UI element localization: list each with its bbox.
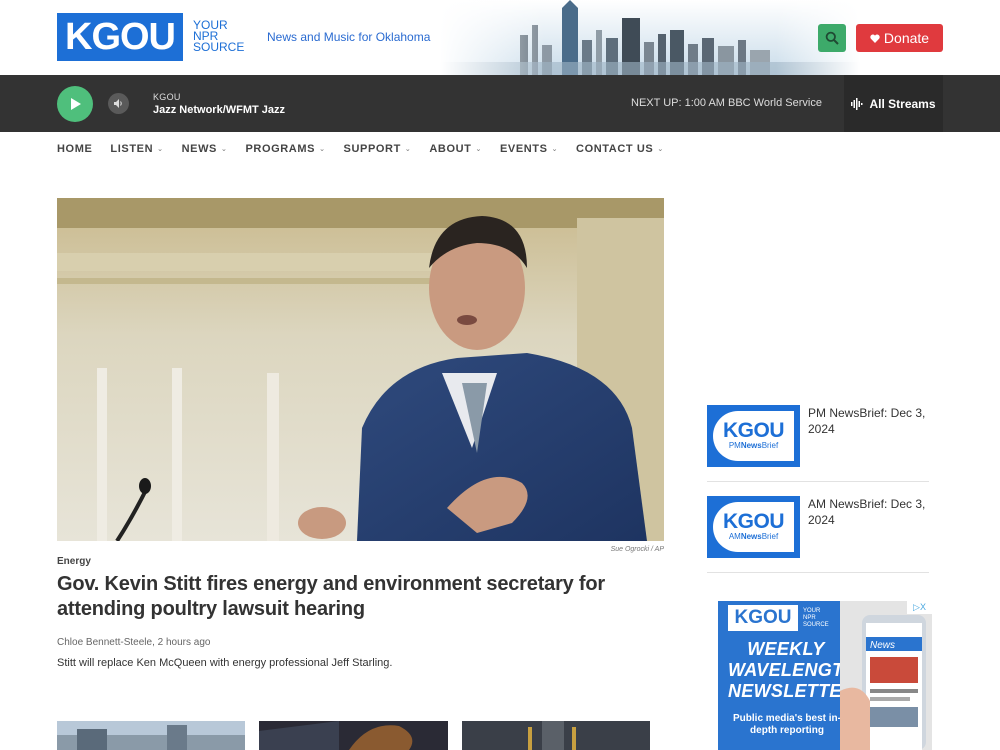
ad-copy: Public media's best in-depth reporting: [733, 713, 841, 736]
waveform-icon: [851, 97, 863, 110]
chevron-down-icon: ⌄: [404, 146, 412, 153]
ad-headline: WEEKLY WAVELENGTHS NEWSLETTER: [728, 639, 869, 701]
newsbrief-logo-news: News: [740, 441, 762, 450]
newsbrief-title[interactable]: PM NewsBrief: Dec 3, 2024: [808, 405, 928, 437]
newsbrief-logo-prefix: PM: [728, 441, 741, 450]
chevron-down-icon: ⌄: [221, 146, 228, 153]
article-thumbnail[interactable]: [462, 721, 650, 750]
volume-icon: [114, 99, 122, 108]
newsbrief-logo: KGOU AMNewsBrief: [707, 496, 800, 558]
newsbrief-logo-text: KGOU: [723, 419, 785, 442]
newsbrief-card[interactable]: KGOU PMNewsBrief PM NewsBrief: Dec 3, 20…: [707, 405, 929, 477]
nav-item-about[interactable]: ABOUT ⌄: [429, 142, 482, 156]
search-icon: [825, 31, 839, 45]
hero-article-image[interactable]: [57, 198, 664, 541]
ad-kgou-logo: KGOU: [728, 605, 798, 631]
newsbrief-logo-brief: Brief: [761, 441, 779, 450]
donate-button[interactable]: Donate: [856, 24, 943, 52]
divider: [707, 481, 929, 482]
ad-logo-sub-line: YOUR: [803, 608, 821, 614]
ad-logo-sub-line: SOURCE: [803, 622, 829, 628]
nav-item-label: PROGRAMS: [245, 143, 316, 155]
nav-item-listen[interactable]: LISTEN ⌄: [110, 142, 163, 156]
newsbrief-logo-brief: Brief: [761, 532, 779, 541]
newsbrief-card[interactable]: KGOU AMNewsBrief AM NewsBrief: Dec 3, 20…: [707, 496, 929, 568]
stream-name: Jazz Network/WFMT Jazz: [153, 104, 286, 116]
ad-logo-subtitle: YOUR NPR SOURCE: [803, 608, 829, 629]
newsbrief-logo-text: KGOU: [723, 510, 785, 533]
play-icon: [71, 98, 81, 110]
search-button[interactable]: [818, 24, 846, 52]
phone-image: News: [840, 601, 932, 750]
heart-icon: [870, 34, 880, 43]
chevron-down-icon: ⌄: [157, 146, 164, 153]
logo-text: KGOU: [65, 15, 176, 58]
newsletter-ad[interactable]: KGOU YOUR NPR SOURCE WEEKLY WAVELENGTHS …: [718, 601, 932, 750]
newsbrief-title[interactable]: AM NewsBrief: Dec 3, 2024: [808, 496, 928, 528]
donate-label: Donate: [883, 30, 930, 46]
nav-item-label: SUPPORT: [343, 143, 401, 155]
ad-logo-sub-line: NPR: [803, 615, 816, 621]
photo-credit: Sue Ogrocki / AP: [610, 546, 664, 553]
station-call-sign: KGOU: [153, 92, 181, 102]
article-thumbnail[interactable]: [57, 721, 245, 750]
all-streams-button[interactable]: All Streams: [844, 75, 943, 132]
nav-item-label: CONTACT US: [576, 143, 654, 155]
nav-item-news[interactable]: NEWS ⌄: [182, 142, 228, 156]
play-button[interactable]: [57, 86, 93, 122]
phone-screen-label: News: [870, 640, 895, 651]
ad-choices-icon[interactable]: ▷X: [907, 601, 932, 614]
divider: [707, 572, 929, 573]
city-skyline-image: [440, 0, 860, 75]
nav-item-events[interactable]: EVENTS ⌄: [500, 142, 558, 156]
audio-player-bar: KGOU Jazz Network/WFMT Jazz NEXT UP: 1:0…: [0, 75, 1000, 132]
logo-sub-line: SOURCE: [193, 40, 245, 54]
nav-item-home[interactable]: HOME: [57, 142, 92, 156]
all-streams-label: All Streams: [869, 96, 936, 111]
chevron-down-icon: ⌄: [475, 146, 482, 153]
article-category[interactable]: Energy: [57, 556, 91, 567]
main-navigation: HOME LISTEN ⌄ NEWS ⌄ PROGRAMS ⌄ SUPPORT ⌄ AB…: [57, 142, 682, 156]
nav-item-programs[interactable]: PROGRAMS ⌄: [245, 142, 325, 156]
article-byline: Chloe Bennett-Steele, 2 hours ago: [57, 637, 211, 648]
volume-button[interactable]: [108, 93, 129, 114]
article-headline[interactable]: Gov. Kevin Stitt fires energy and enviro…: [57, 572, 667, 622]
newsbrief-logo: KGOU PMNewsBrief: [707, 405, 800, 467]
nav-item-label: HOME: [57, 143, 93, 155]
article-teaser: Stitt will replace Ken McQueen with ener…: [57, 657, 393, 669]
nav-item-label: NEWS: [181, 143, 217, 155]
article-thumbnail[interactable]: [259, 721, 448, 750]
nav-item-label: ABOUT: [429, 143, 472, 155]
chevron-down-icon: ⌄: [551, 146, 559, 153]
nav-item-label: EVENTS: [499, 143, 548, 155]
logo-subtitle: YOUR NPR SOURCE: [193, 19, 253, 54]
nav-item-contact-us[interactable]: CONTACT US ⌄: [576, 142, 664, 156]
nav-item-support[interactable]: SUPPORT ⌄: [344, 142, 412, 156]
chevron-down-icon: ⌄: [657, 146, 664, 153]
ad-logo-text: KGOU: [734, 607, 792, 628]
next-up-text: NEXT UP: 1:00 AM BBC World Service: [631, 97, 822, 109]
newsbrief-logo-news: News: [740, 532, 762, 541]
nav-item-label: LISTEN: [110, 143, 154, 155]
chevron-down-icon: ⌄: [319, 146, 326, 153]
newsbrief-logo-prefix: AM: [728, 532, 741, 541]
kgou-logo[interactable]: KGOU: [57, 13, 183, 61]
site-header: KGOU YOUR NPR SOURCE News and Music for …: [0, 0, 1000, 75]
site-tagline: News and Music for Oklahoma: [267, 30, 431, 44]
